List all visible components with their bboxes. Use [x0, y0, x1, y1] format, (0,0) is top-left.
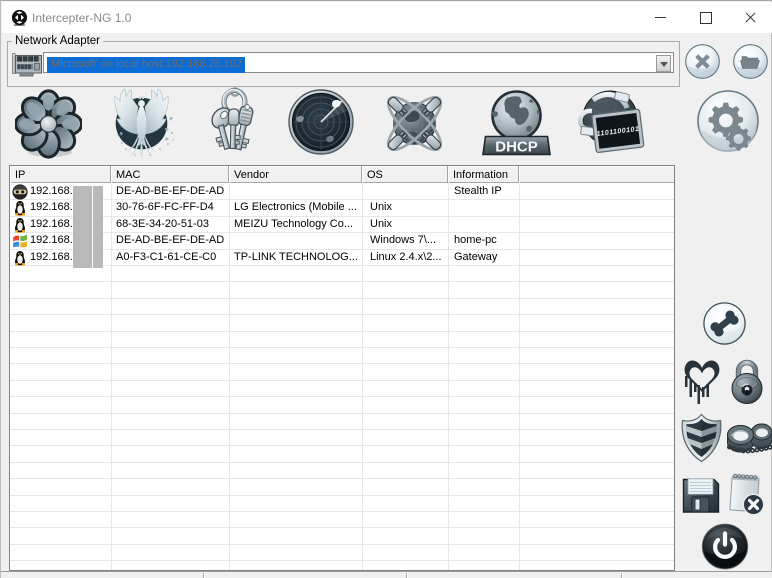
svg-text:DHCP: DHCP — [495, 139, 538, 156]
